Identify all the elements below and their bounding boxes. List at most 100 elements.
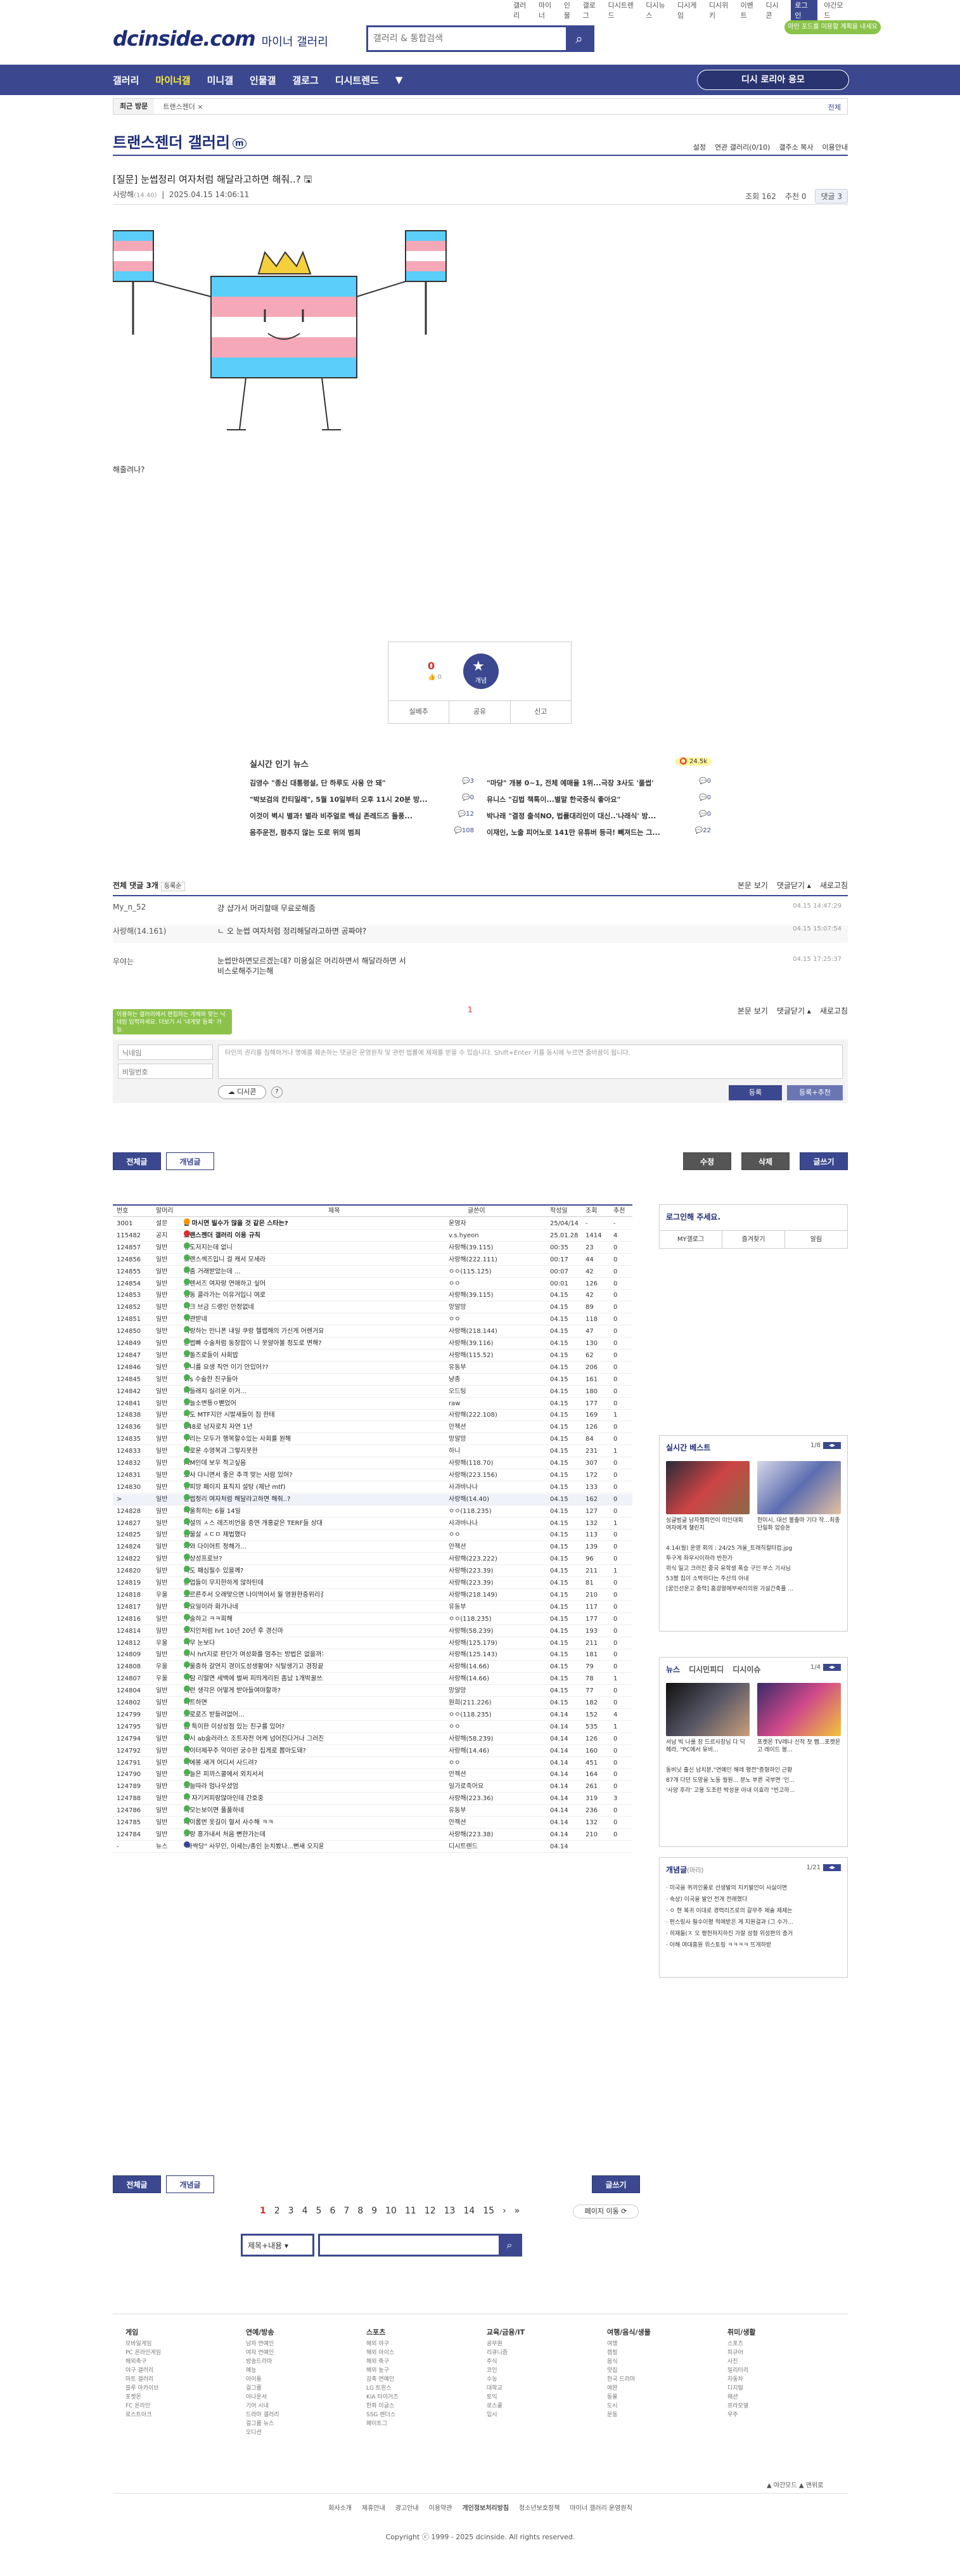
search-input[interactable] (373, 31, 557, 46)
list-title[interactable]: 캐이터제꾸주 악이런 궁수한 집게로 뽑아도돼? (184, 1745, 323, 1757)
list-row[interactable]: 124838 일반 나도 MTF지만 시발새들이 짐 한테 사랑해(222.108) 0… (113, 1410, 632, 1422)
news-item[interactable]: 음주운전, 팜추지 않는 도로 위의 범죄 💬108 (250, 827, 474, 844)
page-link-9[interactable]: 9 (371, 2206, 377, 2216)
post-author[interactable]: 사랑해 (113, 190, 134, 199)
page-link-3[interactable]: 3 (288, 2206, 294, 2216)
list-author[interactable]: 냥종 (449, 1374, 518, 1386)
footer-link[interactable]: 오디션 (246, 2428, 360, 2437)
best-line[interactable]: [꿈인선운고 중력] 홈광왕에부싸리의원 가설간축플 ... (666, 1584, 793, 1592)
list-author[interactable]: ㅇㅇ (449, 1722, 518, 1733)
list-row[interactable]: 124814 일반 고지인처럼 hrt 10년 20년 후 경신마 사랑해(58.23… (113, 1625, 632, 1637)
gallery-tool-1[interactable]: 연관 갤러리(0/10) (715, 142, 770, 152)
list-author[interactable]: 사랑해(218.149) (449, 1590, 518, 1601)
list-title[interactable]: 이런 생각은 어떻게 받아들여야할까? (184, 1685, 323, 1697)
list-author[interactable]: 사랑해(14.40) (449, 1494, 518, 1505)
footer-link[interactable]: 모바일게임 (125, 2340, 240, 2348)
page-link-13[interactable]: 13 (444, 2206, 456, 2216)
list-title[interactable]: "하싹당" 사무인, 이세는/종인 눈치봤나...뻔새 오지윤 ... (184, 1841, 323, 1853)
footer-policy-link[interactable]: 회사소개 (328, 2505, 352, 2512)
list-title[interactable]: 뒤관받네 (184, 1314, 323, 1325)
best-thumb-2[interactable] (757, 1461, 841, 1514)
news-item[interactable]: 김영수 "종신 대통령설, 단 하루도 사용 안 돼" 💬3 (250, 778, 474, 794)
news-title[interactable]: 이재인, 노출 피어노로 141만 유튜버 등극! 빼져드는 그... (487, 827, 660, 844)
news-item[interactable]: 이재인, 노출 피어노로 141만 유튜버 등극! 빼져드는 그... 💬22 (487, 827, 711, 844)
footer-col-title[interactable]: 여행/음식/생물 (607, 2327, 721, 2337)
gallery-tool-0[interactable]: 설정 (693, 142, 706, 152)
list-author[interactable]: 하니 (449, 1446, 518, 1457)
list-title[interactable]: 눈썹빠 수술처럼 동장합이 니 못알아볼 정도로 변해? (184, 1338, 323, 1349)
list-author[interactable]: 사랑해(39.116) (449, 1338, 518, 1349)
nav-item-6[interactable]: ▼ (395, 74, 403, 86)
footer-link[interactable]: 아이돌 (246, 2375, 360, 2384)
news-item[interactable]: 박나래 "결정 출석NO, 법률대리인이 대신..'나래식' 방... 💬0 (487, 811, 711, 827)
best-line[interactable]: 53평 집이 소박하다는 주산의 아내 (666, 1574, 749, 1582)
list-row[interactable]: 124852 일반 여크 브금 드랭인 안정없네 망알망 04.15 89 0 (113, 1302, 632, 1314)
gallery-tool-3[interactable]: 이용안내 (822, 142, 848, 152)
footer-link[interactable]: 패션 (727, 2393, 842, 2402)
footer-link[interactable]: 대학교 (487, 2384, 601, 2393)
list-author[interactable]: 사랑해(115.52) (449, 1350, 518, 1362)
nav-item-0[interactable]: 갤러리 (113, 74, 139, 87)
comment-action-1[interactable]: 댓글닫기 ▴ (777, 880, 811, 891)
list-author[interactable]: ㅇㅇ (449, 1278, 518, 1290)
gallery-tool-2[interactable]: 갤주소 복사 (779, 142, 813, 152)
list-title[interactable]: 혹시 hrt지로 판단가 여성화를 멈추는 방법은 없을까? (184, 1649, 323, 1661)
util-link-11[interactable]: 야간모드 (824, 0, 849, 20)
news-thumb-2[interactable] (757, 1683, 841, 1736)
list-title[interactable]: 울 마시면 빌수가 많을 것 같은 스타는? (184, 1218, 323, 1230)
list-row[interactable]: 115482 공지 트랜스젠더 갤러리 이용 규칙 v.s.hyeon 25.01.28… (113, 1230, 632, 1242)
list-title[interactable]: 오늘따라 엄나우셨엄 (184, 1781, 323, 1793)
news-title[interactable]: "마당" 개봉 0~1, 전체 예매율 1위...극장 3사도 '풀썹' (487, 778, 653, 794)
footer-util[interactable]: ▲ 야간모드 ▲ 맨위로 (767, 2480, 823, 2489)
list-title[interactable]: 페설의 ㅅ스 레즈비언을 중연 개홍같은 TERF들 상대적으... (184, 1517, 323, 1530)
footer-policy-link[interactable]: 제휴안내 (362, 2505, 385, 2512)
news-title[interactable]: 김영수 "종신 대통령설, 단 하루도 사용 안 돼" (250, 778, 386, 794)
footer-link[interactable]: 수능 (487, 2375, 601, 2384)
page-link-11[interactable]: 11 (405, 2206, 416, 2216)
footer-link[interactable]: SSG 랜더스 (366, 2411, 480, 2419)
write-button[interactable]: 글쓰기 (800, 1152, 848, 1170)
comment-textarea[interactable]: 타인의 권리를 침해하거나 명예를 훼손하는 댓글은 운영원칙 및 관련 법률에… (218, 1045, 843, 1079)
page-link-6[interactable]: 6 (330, 2206, 335, 2216)
list-title[interactable]: vfs 수술한 친구들아 (184, 1374, 323, 1386)
util-link-1[interactable]: 마이너 (539, 0, 558, 20)
news-item[interactable]: 이것이 벽시 별과! 별라 비주얼로 백심 존레드즈 돌풍... 💬12 (250, 811, 474, 827)
footer-col-title[interactable]: 취미/생활 (727, 2327, 842, 2337)
nav-item-4[interactable]: 갤로그 (292, 74, 318, 87)
list-title[interactable]: 트랜스젠더 갤러리 이용 규칙 (184, 1230, 323, 1242)
list-author[interactable]: 사랑해(14.46) (449, 1746, 518, 1757)
list-title[interactable]: 피모는보이면 풀풀하네 (184, 1805, 323, 1817)
list-row[interactable]: 124802 일반 디트하면 원희(211.226) 04.15 182 0 (113, 1697, 632, 1709)
footer-link[interactable]: 로스쿨 (487, 2402, 601, 2411)
comment-page-current[interactable]: 1 (468, 1005, 473, 1014)
list-row[interactable]: 124832 일반 FtM인데 보우 적고싶음 사랑해(118.70) 04.15 307… (113, 1458, 632, 1469)
list-row[interactable]: 124807 우울 식탐 리떨면 세백에 벌써 피띄게리된 좀났 1개박꿀쓰고 사랑해… (113, 1673, 632, 1685)
footer-link[interactable]: 로스트아크 (125, 2411, 240, 2419)
comment-action-2[interactable]: 새로고침 (820, 1005, 848, 1016)
list-title[interactable]: 식탐 리떨면 세백에 벌써 피띄게리된 좀났 1개박꿀쓰고 (184, 1673, 323, 1685)
page-link-1[interactable]: 1 (260, 2206, 266, 2216)
footer-policy-link[interactable]: 광고안내 (395, 2505, 419, 2512)
footer-link[interactable]: 코인 (487, 2366, 601, 2375)
page-link-5[interactable]: 5 (316, 2206, 322, 2216)
list-row[interactable]: 124789 일반 오늘따라 엄나우셨엄 일가로죽어요 04.14 261 0 (113, 1781, 632, 1793)
nav-item-2[interactable]: 미니갤 (207, 74, 233, 87)
footer-link[interactable]: 운동 (607, 2411, 721, 2419)
list-row[interactable]: 124799 일반 트로로즈 받들려없어... ㅇㅇ(118.235) 04.14 152… (113, 1709, 632, 1721)
list-title[interactable]: 아줌 거래받았는데 ... (184, 1266, 323, 1278)
list-row[interactable]: - 뉴스 "하싹당" 사무인, 이세는/종인 눈치봤나...뻔새 오지윤 ... 디시… (113, 1841, 632, 1853)
footer-link[interactable]: 블루 아카이브 (125, 2384, 240, 2393)
footer-link[interactable]: 방송드라마 (246, 2357, 360, 2366)
list-author[interactable]: 망알망 (449, 1685, 518, 1697)
list-row[interactable]: 124853 일반 냉동 콜라가는 이유거입니 여로 사랑해(39.115) 04.15… (113, 1290, 632, 1302)
list-row[interactable]: 124809 일반 혹시 hrt지로 판단가 여성화를 멈추는 방법은 없을까? 사랑… (113, 1649, 632, 1661)
comment-submit-button[interactable]: 등록 (729, 1085, 782, 1100)
footer-link[interactable]: 한화 이글스 (366, 2402, 480, 2411)
list-row[interactable]: 124804 일반 이런 생각은 어떻게 받아들여야할까? 망알망 04.15 77 0 (113, 1685, 632, 1697)
list-title[interactable]: 언니를 요생 직언 이기 안있어?? (184, 1362, 323, 1374)
list-author[interactable]: 오드팅 (449, 1386, 518, 1398)
list-title[interactable]: 서울최히는 6월 14일 (184, 1505, 323, 1517)
list-title[interactable]: 좀 특이한 이상성점 있는 친구를 있어? (184, 1721, 323, 1733)
page-link-8[interactable]: 8 (357, 2206, 363, 2216)
list-author[interactable]: 원희(211.226) (449, 1697, 518, 1709)
